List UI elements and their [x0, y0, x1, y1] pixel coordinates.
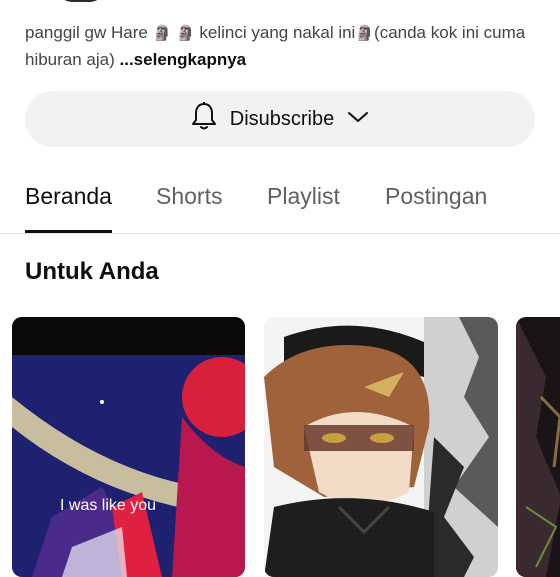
channel-description[interactable]: panggil gw Hare 🗿 🗿 kelinci yang nakal i… [25, 20, 540, 73]
subscribed-label: Disubscribe [229, 107, 335, 130]
chevron-down-icon [346, 108, 370, 131]
description-text-1: panggil gw Hare [25, 23, 153, 42]
channel-tabs: Beranda Shorts Playlist Postingan [0, 165, 560, 234]
tab-beranda[interactable]: Beranda [25, 183, 112, 233]
section-title: Untuk Anda [25, 258, 159, 285]
moai-emoji: 🗿 [355, 25, 375, 42]
short-overlay-text: I was like you [60, 497, 156, 514]
tab-postingan[interactable]: Postingan [385, 183, 487, 233]
tab-shorts[interactable]: Shorts [156, 183, 222, 233]
short-thumbnail-1[interactable]: I was like you [12, 317, 245, 577]
show-more-link[interactable]: ...selengkapnya [120, 50, 247, 69]
short-thumbnail-2[interactable] [264, 317, 498, 577]
moai-emoji: 🗿 [152, 25, 172, 42]
short-thumbnail-3[interactable] [516, 317, 560, 577]
moai-emoji: 🗿 [176, 25, 195, 42]
description-text-2: kelinci yang nakal ini [194, 23, 356, 42]
tab-playlist[interactable]: Playlist [267, 183, 340, 233]
channel-avatar[interactable] [58, 0, 104, 2]
subscribed-button[interactable]: Disubscribe [25, 91, 535, 147]
bell-icon [190, 101, 218, 137]
